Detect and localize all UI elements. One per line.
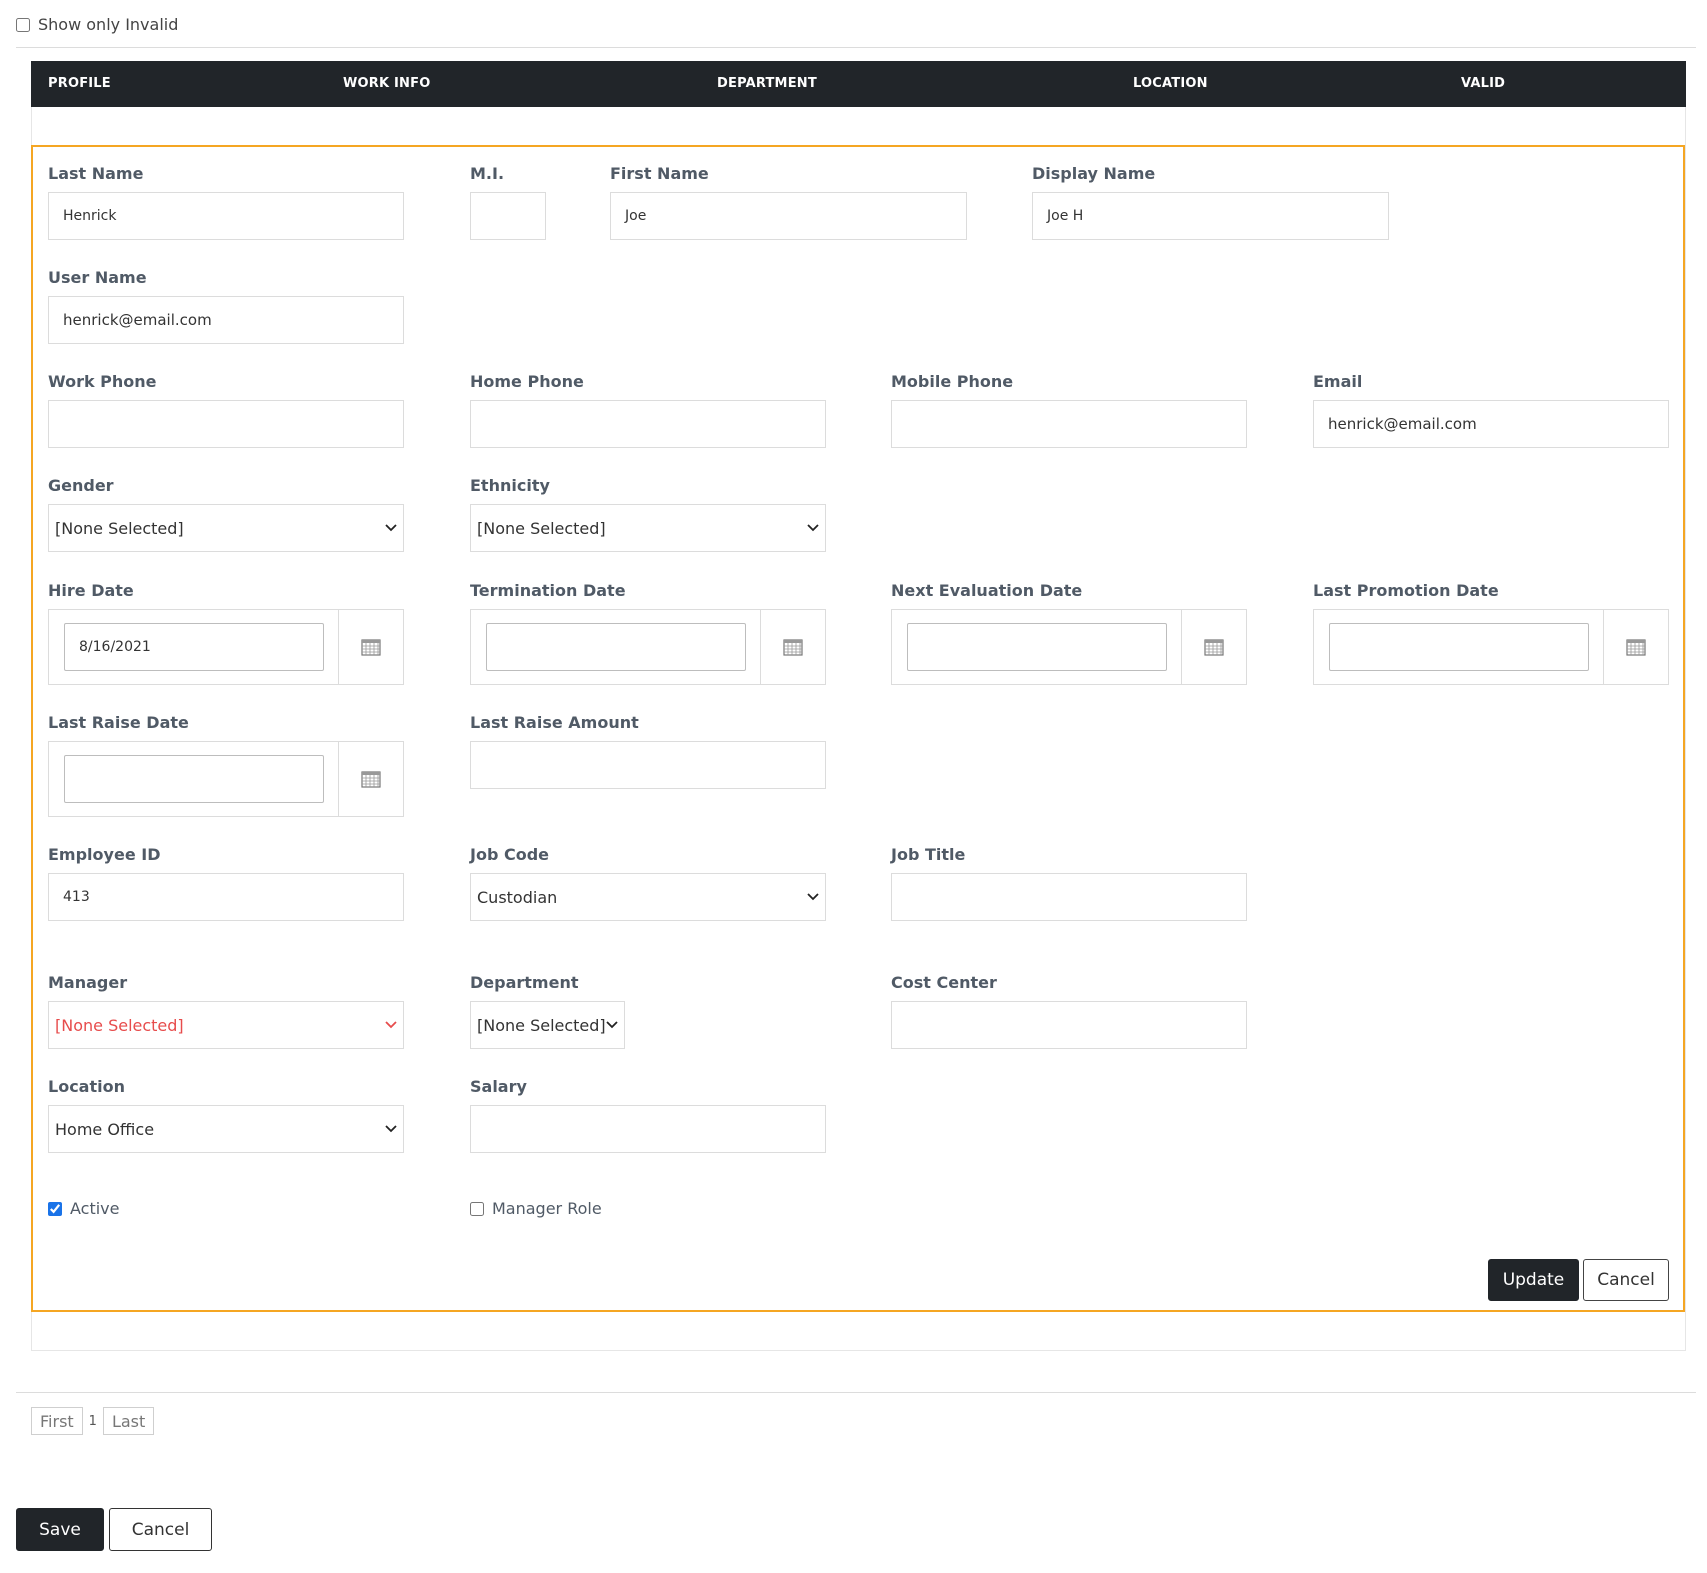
cost-center-label: Cost Center (891, 973, 997, 992)
chevron-down-icon (606, 1019, 618, 1031)
hire-date-label: Hire Date (48, 581, 134, 600)
pager-first-button[interactable]: First (31, 1407, 83, 1435)
column-header-work-info[interactable]: WORK INFO (343, 61, 430, 107)
pager-page-number[interactable]: 1 (87, 1414, 99, 1429)
active-label: Active (70, 1199, 120, 1218)
salary-label: Salary (470, 1077, 527, 1096)
location-value: Home Office (55, 1119, 155, 1139)
user-name-input[interactable]: henrick@email.com (48, 296, 404, 344)
hire-date-input[interactable]: 8/16/2021 (64, 623, 324, 671)
job-code-select[interactable]: Custodian (470, 873, 826, 921)
chevron-down-icon (385, 1123, 397, 1135)
pager: First 1 Last (31, 1407, 155, 1435)
ethnicity-value: [None Selected] (477, 518, 606, 538)
calendar-icon[interactable] (338, 742, 403, 816)
job-code-label: Job Code (470, 845, 550, 864)
last-raise-amount-input[interactable] (470, 741, 826, 789)
show-only-invalid-checkbox[interactable] (16, 17, 30, 32)
column-header-location[interactable]: LOCATION (1133, 61, 1208, 107)
location-label: Location (48, 1077, 125, 1096)
next-evaluation-date-label: Next Evaluation Date (891, 581, 1083, 600)
home-phone-label: Home Phone (470, 372, 584, 391)
calendar-icon[interactable] (760, 610, 825, 684)
active-checkbox-row[interactable]: Active (48, 1199, 120, 1218)
manager-label: Manager (48, 973, 128, 992)
termination-date-input[interactable] (486, 623, 746, 671)
manager-role-label: Manager Role (492, 1199, 602, 1218)
employee-id-input[interactable]: 413 (48, 873, 404, 921)
email-input[interactable]: henrick@email.com (1313, 400, 1669, 448)
job-title-label: Job Title (891, 845, 966, 864)
first-name-input[interactable]: Joe (610, 192, 967, 240)
calendar-icon[interactable] (1181, 610, 1246, 684)
pager-last-button[interactable]: Last (102, 1407, 155, 1435)
work-phone-label: Work Phone (48, 372, 157, 391)
department-value: [None Selected] (477, 1015, 606, 1035)
manager-role-checkbox-row[interactable]: Manager Role (470, 1199, 602, 1218)
department-select[interactable]: [None Selected] (470, 1001, 625, 1049)
chevron-down-icon (385, 1019, 397, 1031)
ethnicity-label: Ethnicity (470, 476, 550, 495)
salary-input[interactable] (470, 1105, 826, 1153)
display-name-input[interactable]: Joe H (1032, 192, 1389, 240)
gender-value: [None Selected] (55, 518, 184, 538)
calendar-icon[interactable] (1603, 610, 1668, 684)
calendar-icon[interactable] (338, 610, 403, 684)
cost-center-input[interactable] (891, 1001, 1247, 1049)
last-raise-amount-label: Last Raise Amount (470, 713, 639, 732)
divider (16, 1392, 1696, 1393)
row-cancel-button[interactable]: Cancel (1583, 1259, 1669, 1301)
job-code-value: Custodian (477, 887, 558, 907)
chevron-down-icon (385, 522, 397, 534)
user-name-label: User Name (48, 268, 147, 287)
gender-label: Gender (48, 476, 114, 495)
termination-date-label: Termination Date (470, 581, 626, 600)
home-phone-input[interactable] (470, 400, 826, 448)
gender-select[interactable]: [None Selected] (48, 504, 404, 552)
last-raise-date-picker (48, 741, 404, 817)
manager-value: [None Selected] (55, 1015, 184, 1035)
mi-input[interactable] (470, 192, 546, 240)
work-phone-input[interactable] (48, 400, 404, 448)
location-select[interactable]: Home Office (48, 1105, 404, 1153)
email-label: Email (1313, 372, 1363, 391)
column-header-profile[interactable]: PROFILE (48, 61, 111, 107)
last-promotion-date-picker (1313, 609, 1669, 685)
last-raise-date-input[interactable] (64, 755, 324, 803)
column-header-valid[interactable]: VALID (1461, 61, 1505, 107)
chevron-down-icon (807, 522, 819, 534)
last-name-label: Last Name (48, 164, 144, 183)
manager-select[interactable]: [None Selected] (48, 1001, 404, 1049)
active-checkbox[interactable] (48, 1201, 62, 1216)
update-button[interactable]: Update (1488, 1259, 1579, 1301)
employee-id-label: Employee ID (48, 845, 161, 864)
edit-form: Last Name Henrick M.I. First Name Joe Di… (31, 145, 1685, 1312)
job-title-input[interactable] (891, 873, 1247, 921)
page: Show only Invalid PROFILE WORK INFO DEPA… (0, 0, 1707, 1573)
next-evaluation-date-picker (891, 609, 1247, 685)
display-name-label: Display Name (1032, 164, 1156, 183)
grid-header: PROFILE WORK INFO DEPARTMENT LOCATION VA… (31, 61, 1686, 107)
column-header-department[interactable]: DEPARTMENT (717, 61, 817, 107)
mobile-phone-input[interactable] (891, 400, 1247, 448)
ethnicity-select[interactable]: [None Selected] (470, 504, 826, 552)
cancel-button[interactable]: Cancel (109, 1508, 212, 1551)
last-promotion-date-label: Last Promotion Date (1313, 581, 1499, 600)
mobile-phone-label: Mobile Phone (891, 372, 1014, 391)
show-only-invalid-filter[interactable]: Show only Invalid (16, 15, 178, 34)
show-only-invalid-label: Show only Invalid (38, 15, 179, 34)
next-evaluation-date-input[interactable] (907, 623, 1167, 671)
chevron-down-icon (807, 891, 819, 903)
last-raise-date-label: Last Raise Date (48, 713, 189, 732)
save-button[interactable]: Save (16, 1508, 104, 1551)
first-name-label: First Name (610, 164, 709, 183)
manager-role-checkbox[interactable] (470, 1201, 484, 1216)
hire-date-picker: 8/16/2021 (48, 609, 404, 685)
department-label: Department (470, 973, 579, 992)
last-name-input[interactable]: Henrick (48, 192, 404, 240)
divider (16, 47, 1696, 48)
mi-label: M.I. (470, 164, 505, 183)
last-promotion-date-input[interactable] (1329, 623, 1589, 671)
termination-date-picker (470, 609, 826, 685)
